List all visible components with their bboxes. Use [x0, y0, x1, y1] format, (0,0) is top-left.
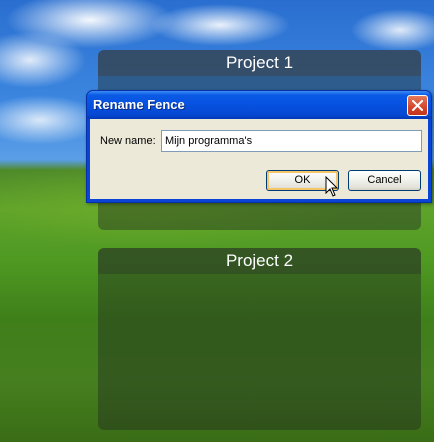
rename-fence-dialog: Rename Fence New name: OK Cancel — [86, 90, 432, 203]
dialog-body: New name: OK Cancel — [90, 119, 428, 199]
close-icon — [412, 100, 423, 111]
dialog-title-bar[interactable]: Rename Fence — [87, 91, 431, 119]
fence-project-2[interactable]: Project 2 — [98, 248, 421, 430]
dialog-title: Rename Fence — [93, 97, 185, 112]
new-name-input[interactable] — [161, 130, 422, 152]
close-button[interactable] — [407, 95, 428, 116]
mouse-pointer-icon — [325, 176, 339, 197]
fence-title[interactable]: Project 2 — [98, 248, 421, 274]
cancel-button[interactable]: Cancel — [348, 170, 421, 191]
new-name-label: New name: — [100, 135, 156, 147]
fence-title[interactable]: Project 1 — [98, 50, 421, 76]
